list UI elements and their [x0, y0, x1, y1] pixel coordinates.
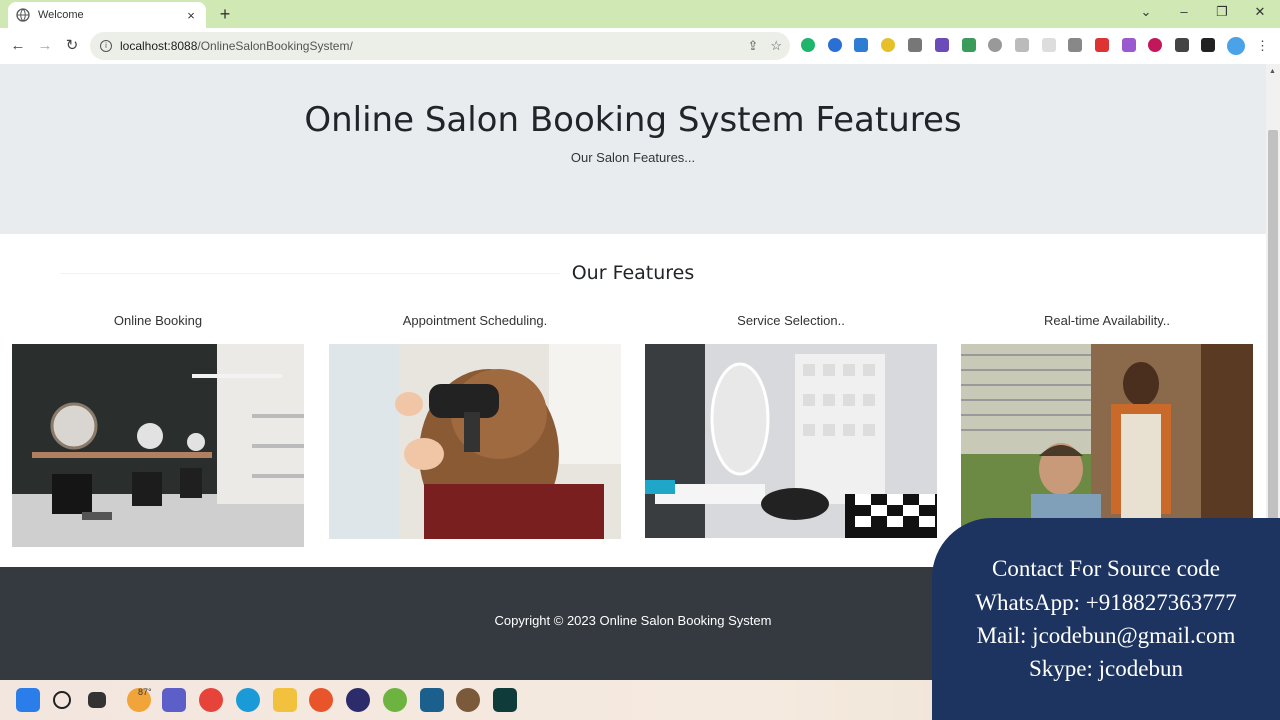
reload-icon[interactable]: ↻ — [62, 36, 82, 56]
scrollbar-thumb[interactable] — [1268, 130, 1278, 580]
tab-search-icon[interactable]: ⌄ — [1136, 4, 1156, 20]
camera-extension-icon[interactable] — [908, 38, 922, 52]
file-explorer-icon[interactable] — [273, 688, 297, 712]
eclipse-icon[interactable] — [346, 688, 370, 712]
restore-icon[interactable]: ❐ — [1212, 4, 1232, 20]
tab-close-icon[interactable]: × — [184, 8, 198, 23]
share-icon[interactable]: ⇪ — [747, 38, 758, 54]
browser-tab-strip: Welcome × + ⌄ – ❐ ✕ — [0, 0, 1280, 28]
contact-skype: Skype: jcodebun — [1029, 656, 1183, 681]
scroll-up-icon[interactable]: ▲ — [1269, 68, 1276, 75]
hair-styling-image — [329, 344, 621, 539]
weather-temperature: 87° — [138, 687, 152, 697]
task-view-icon[interactable] — [88, 692, 106, 708]
extension-icon[interactable] — [988, 38, 1002, 52]
extension-icon[interactable] — [1042, 38, 1056, 52]
firefox-icon[interactable] — [309, 688, 333, 712]
csp-extension-icon[interactable] — [1095, 38, 1109, 52]
feature-card-label: Appointment Scheduling. — [402, 313, 548, 328]
back-icon[interactable]: ← — [8, 36, 28, 56]
extension-icon[interactable] — [935, 38, 949, 52]
hero-section: Online Salon Booking System Features Our… — [0, 64, 1266, 234]
color-picker-extension-icon[interactable] — [1148, 38, 1162, 52]
pen-extension-icon[interactable] — [1122, 38, 1136, 52]
mysql-workbench-icon[interactable] — [420, 688, 444, 712]
extension-icon[interactable] — [828, 38, 842, 52]
menu-kebab-icon[interactable]: ⋮ — [1256, 38, 1269, 54]
minimize-icon[interactable]: – — [1174, 4, 1194, 19]
url-host: localhost:8088 — [120, 39, 198, 53]
salon-service-image — [645, 344, 937, 538]
contact-heading: Contact For Source code — [991, 556, 1221, 581]
extension-icon[interactable] — [962, 38, 976, 52]
contact-mail: Mail: jcodebun@gmail.com — [976, 623, 1236, 648]
barber-image — [961, 344, 1253, 538]
app-icon[interactable] — [456, 688, 480, 712]
extension-icon[interactable] — [1015, 38, 1029, 52]
feature-card-label: Online Booking — [113, 313, 203, 328]
puzzle-extensions-icon[interactable] — [1175, 38, 1189, 52]
new-tab-button[interactable]: + — [216, 4, 234, 24]
url-path: /OnlineSalonBookingSystem/ — [197, 39, 353, 53]
chat-icon[interactable] — [162, 688, 186, 712]
search-icon[interactable] — [53, 691, 71, 709]
window-close-icon[interactable]: ✕ — [1250, 4, 1270, 20]
address-bar[interactable]: i localhost:8088/OnlineSalonBookingSyste… — [90, 32, 790, 60]
grammarly-extension-icon[interactable] — [801, 38, 815, 52]
terminal-app-icon[interactable] — [493, 688, 517, 712]
hero-subtitle: Our Salon Features... — [570, 150, 696, 165]
extension-icon[interactable] — [1068, 38, 1082, 52]
site-info-icon[interactable]: i — [100, 40, 112, 52]
edge-icon[interactable] — [236, 688, 260, 712]
windows-start-icon[interactable] — [16, 688, 40, 712]
extension-icon[interactable] — [854, 38, 868, 52]
features-heading: Our Features — [571, 262, 695, 284]
chrome-icon[interactable] — [199, 688, 223, 712]
forward-icon[interactable]: → — [35, 36, 55, 56]
extension-icon[interactable] — [881, 38, 895, 52]
salon-interior-image — [12, 344, 304, 547]
contact-overlay: Contact For Source code WhatsApp: +91882… — [932, 518, 1280, 720]
globe-icon — [16, 8, 30, 22]
profile-avatar[interactable] — [1227, 37, 1245, 55]
contact-whatsapp: WhatsApp: +918827363777 — [975, 590, 1237, 615]
feature-card-label: Real-time Availability.. — [1044, 313, 1170, 328]
browser-tab[interactable]: Welcome × — [8, 2, 206, 28]
feature-card-label: Service Selection.. — [737, 313, 845, 328]
spring-tool-icon[interactable] — [383, 688, 407, 712]
bookmark-star-icon[interactable]: ☆ — [770, 38, 782, 54]
tab-title: Welcome — [38, 9, 84, 21]
side-panel-icon[interactable] — [1201, 38, 1215, 52]
browser-toolbar: ← → ↻ i localhost:8088/OnlineSalonBookin… — [0, 28, 1280, 64]
page-title: Online Salon Booking System Features — [304, 100, 962, 140]
